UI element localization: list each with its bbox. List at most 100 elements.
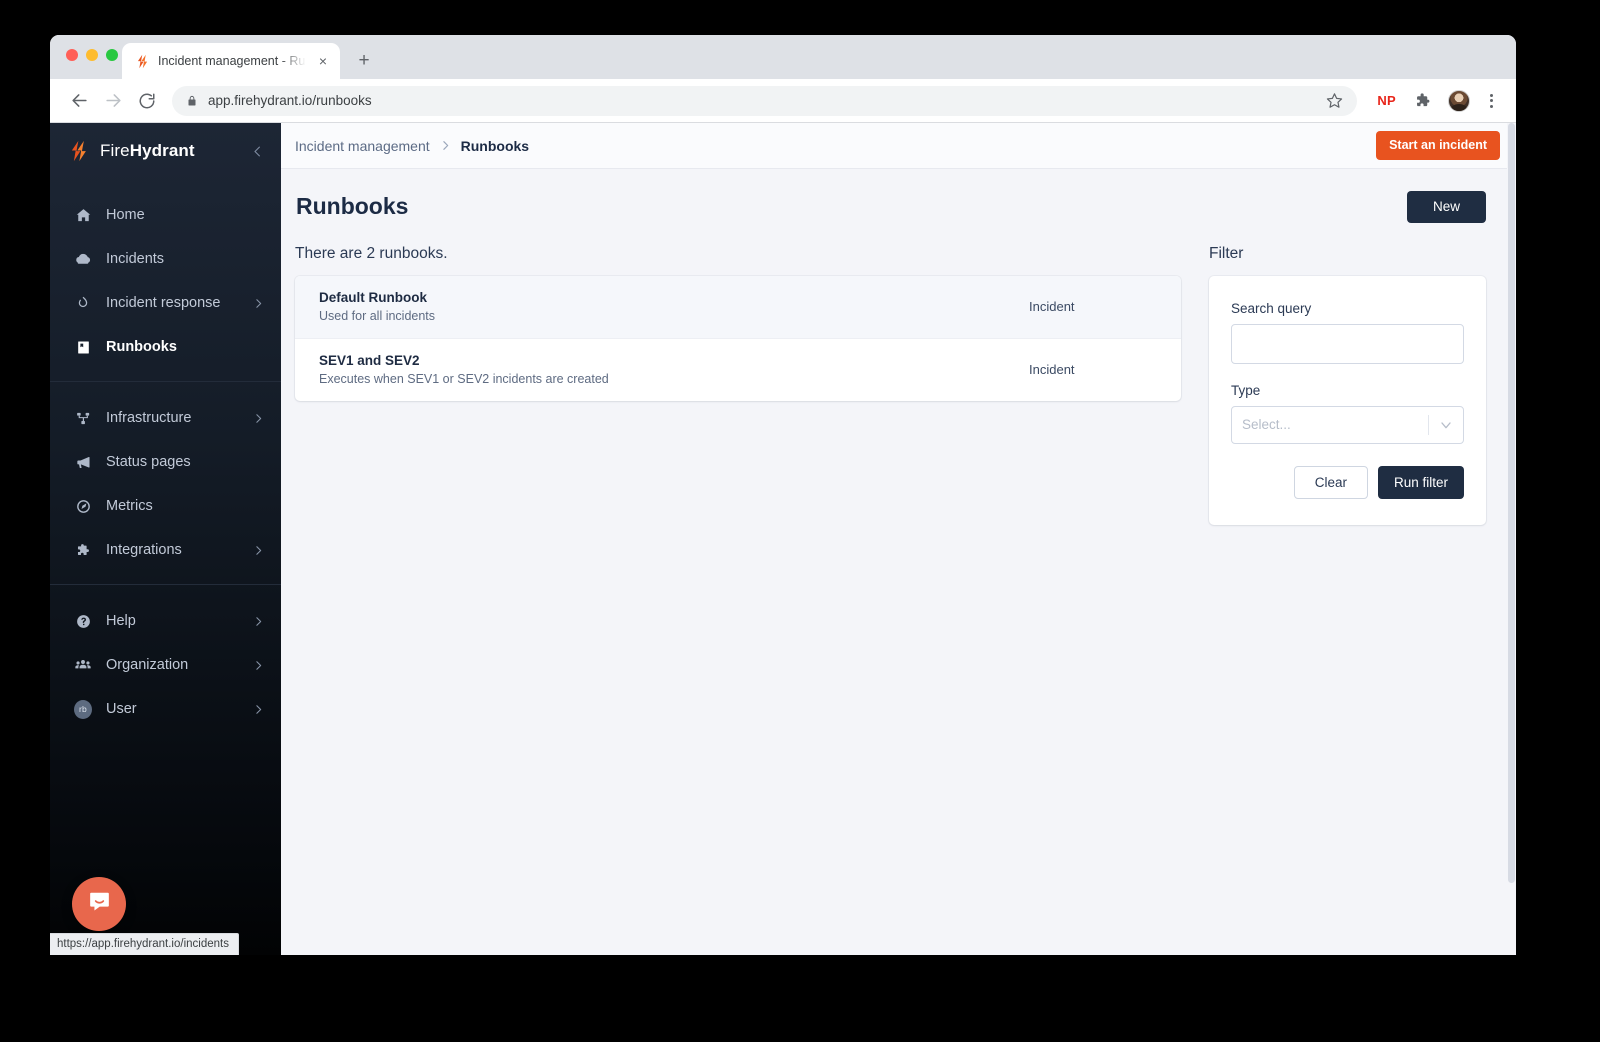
- sidebar-item-infrastructure[interactable]: Infrastructure: [50, 396, 281, 440]
- puzzle-piece-icon: [74, 541, 92, 559]
- runbooks-count-text: There are 2 runbooks.: [295, 244, 448, 262]
- minimize-window-button[interactable]: [86, 49, 98, 61]
- page-header: Runbooks New: [295, 191, 1486, 223]
- breadcrumb-parent-link[interactable]: Incident management: [295, 138, 430, 154]
- sidebar-item-incidents[interactable]: Incidents: [50, 237, 281, 281]
- chevron-right-icon: [252, 412, 265, 425]
- new-runbook-button[interactable]: New: [1406, 191, 1486, 223]
- chevron-down-icon[interactable]: [1429, 417, 1463, 433]
- scrollbar-thumb[interactable]: [1508, 123, 1515, 883]
- runbook-name: SEV1 and SEV2: [319, 352, 420, 368]
- sidebar-item-integrations[interactable]: Integrations: [50, 528, 281, 572]
- close-tab-button[interactable]: ×: [314, 52, 332, 70]
- reload-button[interactable]: [132, 86, 162, 116]
- content-columns: There are 2 runbooks. Default Runbook Us…: [295, 244, 1486, 525]
- filter-column: Filter Search query Type Select... Clear…: [1209, 244, 1486, 525]
- address-bar[interactable]: app.firehydrant.io/runbooks: [172, 85, 1358, 116]
- sidebar-item-runbooks[interactable]: Runbooks: [50, 325, 281, 369]
- type-select[interactable]: Select...: [1231, 405, 1464, 444]
- window-traffic-lights: [66, 49, 118, 61]
- search-input[interactable]: [1231, 323, 1464, 364]
- sidebar-group-secondary: Infrastructure Status pages Metrics Inte…: [50, 381, 281, 584]
- lock-icon: [186, 95, 198, 107]
- sidebar-group-primary: Home Incidents Incident response Runbook…: [50, 179, 281, 381]
- table-row[interactable]: Default Runbook Used for all incidents I…: [295, 275, 1181, 339]
- chevron-right-icon: [252, 615, 265, 628]
- page-scrollbar[interactable]: [1507, 123, 1516, 955]
- clear-button[interactable]: Clear: [1293, 465, 1368, 499]
- sidebar-item-label: Runbooks: [106, 339, 177, 355]
- chevron-right-icon: [252, 544, 265, 557]
- type-select-value: Select...: [1242, 417, 1291, 432]
- fire-icon: [74, 294, 92, 312]
- page-content: Runbooks New There are 2 runbooks. Defau…: [281, 169, 1516, 955]
- chevron-right-icon: [439, 139, 452, 152]
- maximize-window-button[interactable]: [106, 49, 118, 61]
- table-row[interactable]: SEV1 and SEV2 Executes when SEV1 or SEV2…: [295, 339, 1181, 401]
- brand-name-bold: Hydrant: [129, 141, 195, 160]
- incidents-cloud-icon: [74, 250, 92, 268]
- page-title: Runbooks: [296, 193, 409, 220]
- address-bar-url: app.firehydrant.io/runbooks: [208, 93, 372, 108]
- new-tab-button[interactable]: +: [350, 47, 378, 75]
- chat-bubble-icon: [86, 888, 113, 920]
- runbooks-column: There are 2 runbooks. Default Runbook Us…: [295, 245, 1181, 401]
- browser-tab-title: Incident management - Runbooks: [158, 54, 306, 68]
- chevron-right-icon: [252, 659, 265, 672]
- page-topbar: Incident management Runbooks Start an in…: [281, 123, 1516, 169]
- field-spacer: [1231, 364, 1464, 383]
- runbook-type: Incident: [1029, 298, 1075, 314]
- browser-status-url: https://app.firehydrant.io/incidents: [50, 933, 239, 955]
- close-window-button[interactable]: [66, 49, 78, 61]
- runbooks-list: Default Runbook Used for all incidents I…: [295, 275, 1181, 401]
- sidebar-item-incident-response[interactable]: Incident response: [50, 281, 281, 325]
- sidebar-item-label: Organization: [106, 657, 189, 673]
- book-icon: [74, 338, 92, 356]
- run-filter-button[interactable]: Run filter: [1377, 465, 1464, 499]
- filter-panel: Search query Type Select... Clear Run fi…: [1209, 275, 1486, 525]
- start-an-incident-button[interactable]: Start an incident: [1376, 131, 1500, 160]
- brand-header: FireHydrant: [50, 123, 281, 179]
- filter-heading: Filter: [1209, 244, 1244, 262]
- intercom-launcher-button[interactable]: [72, 877, 126, 931]
- browser-tabstrip: Incident management - Runbooks × +: [50, 35, 1516, 79]
- main-content: Incident management Runbooks Start an in…: [281, 123, 1516, 955]
- sidebar-item-help[interactable]: Help: [50, 599, 281, 643]
- sidebar-item-status-pages[interactable]: Status pages: [50, 440, 281, 484]
- user-avatar-initials: rb: [74, 699, 92, 719]
- user-avatar: rb: [74, 699, 92, 719]
- question-circle-icon: [74, 612, 92, 630]
- brand-name: FireHydrant: [100, 141, 195, 161]
- runbook-info: SEV1 and SEV2 Executes when SEV1 or SEV2…: [319, 353, 1029, 386]
- bookmark-star-icon[interactable]: [1326, 92, 1343, 109]
- extension-np-icon[interactable]: NP: [1369, 93, 1404, 108]
- people-icon: [74, 656, 92, 674]
- breadcrumb-current: Runbooks: [460, 137, 530, 154]
- brand-name-light: Fire: [100, 141, 130, 160]
- sidebar-item-user[interactable]: rb User: [50, 687, 281, 731]
- runbook-type: Incident: [1029, 361, 1075, 377]
- runbook-info: Default Runbook Used for all incidents: [319, 290, 1029, 323]
- runbook-description: Used for all incidents: [319, 308, 436, 323]
- sidebar-item-organization[interactable]: Organization: [50, 643, 281, 687]
- forward-button[interactable]: [98, 86, 128, 116]
- runbook-description: Executes when SEV1 or SEV2 incidents are…: [319, 371, 609, 386]
- firehydrant-logo-icon: [134, 53, 150, 69]
- sidebar-collapse-icon[interactable]: [250, 144, 265, 159]
- sidebar-item-home[interactable]: Home: [50, 193, 281, 237]
- search-query-label: Search query: [1231, 300, 1312, 316]
- sidebar-item-label: Status pages: [106, 454, 191, 470]
- browser-tab[interactable]: Incident management - Runbooks ×: [122, 43, 340, 79]
- sitemap-icon: [74, 409, 92, 427]
- browser-window: Incident management - Runbooks × + app.f…: [50, 35, 1516, 955]
- chevron-right-icon: [252, 297, 265, 310]
- back-button[interactable]: [64, 86, 94, 116]
- browser-profile-avatar[interactable]: [1448, 89, 1470, 112]
- sidebar-item-label: Integrations: [106, 542, 182, 558]
- chevron-right-icon: [252, 703, 265, 716]
- runbook-name: Default Runbook: [319, 289, 427, 305]
- puzzle-icon[interactable]: [1408, 92, 1436, 109]
- sidebar-item-metrics[interactable]: Metrics: [50, 484, 281, 528]
- breadcrumb: Incident management Runbooks: [295, 138, 529, 154]
- kebab-menu-icon[interactable]: [1480, 93, 1502, 108]
